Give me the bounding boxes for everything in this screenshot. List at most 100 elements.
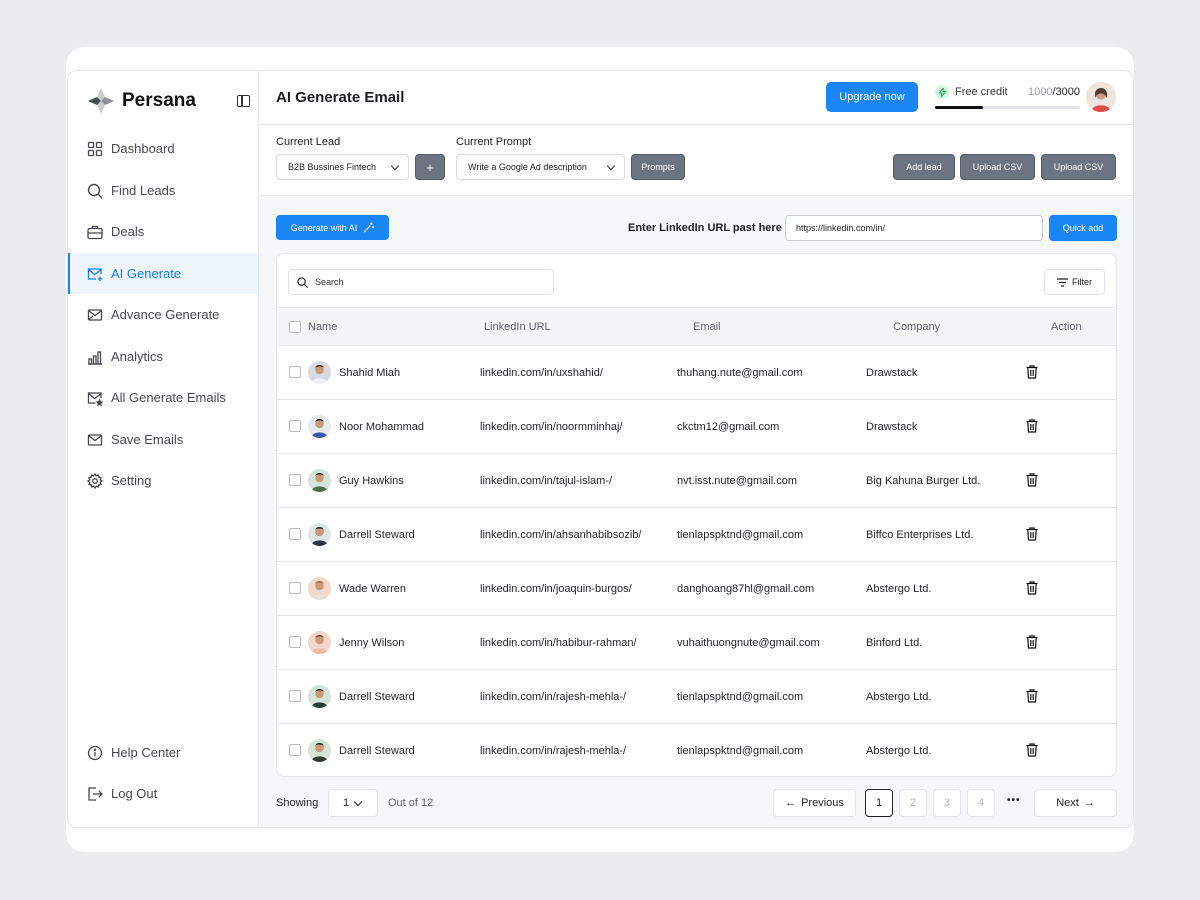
trash-icon[interactable] (1026, 635, 1038, 649)
row-name: Noor Mohammad (339, 421, 424, 433)
filter-button[interactable]: Filter (1044, 269, 1105, 295)
bar-chart-icon (88, 350, 102, 365)
per-page-select[interactable]: 1 (328, 789, 378, 817)
avatar (308, 415, 331, 438)
sidebar-item-all-generate-emails[interactable]: All Generate Emails (68, 377, 258, 418)
sidebar-item-label: Find Leads (111, 183, 176, 198)
row-checkbox[interactable] (289, 744, 301, 756)
leads-table-card: Search Filter Name LinkedIn URL Email Co… (276, 253, 1117, 777)
sidebar-item-help-center[interactable]: Help Center (68, 732, 258, 773)
column-linkedin-url: LinkedIn URL (484, 321, 551, 333)
trash-icon[interactable] (1026, 743, 1038, 757)
sidebar-item-dashboard[interactable]: Dashboard (68, 128, 258, 169)
brand[interactable]: Persana (68, 71, 258, 131)
sidebar-item-deals[interactable]: Deals (68, 211, 258, 252)
trash-icon[interactable] (1026, 581, 1038, 595)
page-2-button[interactable]: 2 (899, 789, 927, 817)
table-row[interactable]: Guy Hawkins linkedin.com/in/tajul-islam-/… (277, 454, 1116, 508)
previous-button[interactable]: ← Previous (773, 789, 856, 817)
row-linkedin-url[interactable]: linkedin.com/in/ahsanhabibsozib/ (480, 529, 641, 541)
row-company: Drawstack (866, 367, 918, 379)
linkedin-url-input[interactable] (785, 215, 1043, 241)
sidebar-collapse-icon[interactable] (237, 95, 250, 107)
sidebar-item-ai-generate[interactable]: AI Generate (68, 253, 258, 294)
trash-icon[interactable] (1026, 365, 1038, 379)
page-4-button[interactable]: 4 (967, 789, 995, 817)
brand-name: Persana (122, 90, 196, 111)
select-all-checkbox[interactable] (289, 321, 301, 333)
prompts-button[interactable]: Prompts (631, 154, 685, 180)
row-linkedin-url[interactable]: linkedin.com/in/habibur-rahman/ (480, 637, 637, 649)
row-checkbox[interactable] (289, 690, 301, 702)
generate-with-ai-button[interactable]: Generate with AI (276, 215, 389, 240)
table-row[interactable]: Darrell Steward linkedin.com/in/rajesh-me… (277, 724, 1116, 776)
chevron-down-icon (606, 161, 616, 171)
page-title: AI Generate Email (276, 89, 405, 106)
per-page-value: 1 (343, 797, 350, 809)
credit-meter: Free credit 1000/3000 (935, 85, 1080, 109)
next-label: Next (1056, 797, 1079, 809)
upload-csv-button-2[interactable]: Upload CSV (1041, 154, 1116, 180)
table-row[interactable]: Noor Mohammad linkedin.com/in/noormminhaj… (277, 400, 1116, 454)
row-linkedin-url[interactable]: linkedin.com/in/noormminhaj/ (480, 421, 622, 433)
row-email: danghoang87hl@gmail.com (677, 583, 815, 595)
quick-add-button[interactable]: Quick add (1049, 215, 1117, 241)
upgrade-button[interactable]: Upgrade now (826, 82, 918, 112)
row-email: ckctm12@gmail.com (677, 421, 780, 433)
sidebar-item-analytics[interactable]: Analytics (68, 336, 258, 377)
sidebar-item-log-out[interactable]: Log Out (68, 773, 258, 814)
row-checkbox[interactable] (289, 474, 301, 486)
credit-total: /3000 (1052, 86, 1080, 98)
mail-star-icon (87, 391, 103, 406)
info-icon (87, 745, 103, 760)
prompt-select[interactable]: Write a Google Ad description (456, 154, 625, 180)
arrow-left-icon: ← (785, 797, 797, 809)
add-lead-button[interactable]: Add lead (893, 154, 955, 180)
table-row[interactable]: Jenny Wilson linkedin.com/in/habibur-rahm… (277, 616, 1116, 670)
page-1-button[interactable]: 1 (865, 789, 893, 817)
persana-logo (88, 88, 114, 114)
avatar[interactable] (1086, 82, 1116, 112)
trash-icon[interactable] (1026, 689, 1038, 703)
row-name: Wade Warren (339, 583, 407, 595)
chevron-down-icon (353, 797, 363, 807)
next-button[interactable]: Next → (1034, 789, 1117, 817)
pagination: Showing 1 Out of 12 ← Previous 1 2 3 4 •… (276, 789, 1117, 819)
table-row[interactable]: Wade Warren linkedin.com/in/joaquin-burgo… (277, 562, 1116, 616)
generate-label: Generate with AI (290, 222, 358, 233)
row-linkedin-url[interactable]: linkedin.com/in/uxshahid/ (480, 367, 603, 379)
out-of-label: Out of 12 (388, 797, 434, 809)
row-linkedin-url[interactable]: linkedin.com/in/tajul-islam-/ (480, 475, 612, 487)
trash-icon[interactable] (1026, 419, 1038, 433)
table-row[interactable]: Shahid Miah linkedin.com/in/uxshahid/thuh… (277, 346, 1116, 400)
row-linkedin-url[interactable]: linkedin.com/in/rajesh-mehla-/ (480, 745, 626, 757)
sidebar-item-save-emails[interactable]: Save Emails (68, 419, 258, 460)
trash-icon[interactable] (1026, 527, 1038, 541)
main-area: AI Generate Email Upgrade now Free credi… (259, 71, 1133, 827)
row-checkbox[interactable] (289, 528, 301, 540)
row-name: Darrell Steward (339, 745, 415, 757)
row-linkedin-url[interactable]: linkedin.com/in/rajesh-mehla-/ (480, 691, 626, 703)
sidebar-item-advance-generate[interactable]: Advance Generate (68, 294, 258, 335)
previous-label: Previous (801, 797, 844, 809)
column-name: Name (308, 321, 338, 333)
sidebar-item-find-leads[interactable]: Find Leads (68, 170, 258, 211)
magic-wand-icon (363, 222, 375, 233)
sidebar-item-setting[interactable]: Setting (68, 460, 258, 501)
sidebar-item-label: Deals (111, 224, 145, 239)
row-checkbox[interactable] (289, 636, 301, 648)
trash-icon[interactable] (1026, 473, 1038, 487)
search-input[interactable]: Search (288, 269, 554, 295)
table-row[interactable]: Darrell Steward linkedin.com/in/rajesh-me… (277, 670, 1116, 724)
row-checkbox[interactable] (289, 420, 301, 432)
page-3-button[interactable]: 3 (933, 789, 961, 817)
add-lead-plus-button[interactable]: + (415, 154, 445, 180)
mail-check-icon (87, 433, 103, 446)
upload-csv-button[interactable]: Upload CSV (960, 154, 1035, 180)
row-checkbox[interactable] (289, 366, 301, 378)
lead-select[interactable]: B2B Bussines Fintech (276, 154, 409, 180)
table-row[interactable]: Darrell Steward linkedin.com/in/ahsanhabi… (277, 508, 1116, 562)
row-email: vuhaithuongnute@gmail.com (677, 637, 820, 649)
row-linkedin-url[interactable]: linkedin.com/in/joaquin-burgos/ (480, 583, 632, 595)
row-checkbox[interactable] (289, 582, 301, 594)
